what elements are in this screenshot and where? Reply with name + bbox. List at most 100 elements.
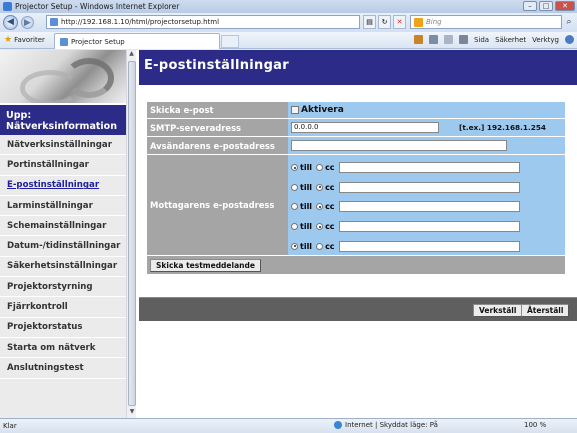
scroll-thumb[interactable] [128, 61, 136, 406]
compatibility-icon[interactable]: ▤ [363, 15, 376, 29]
sidebar-item[interactable]: Anslutningstest [0, 358, 126, 379]
favorites-button[interactable]: ★ Favoriter [4, 35, 45, 45]
star-icon: ★ [4, 35, 13, 45]
cc-radio[interactable] [316, 183, 324, 191]
recipient-row: till cc [291, 236, 565, 256]
sidebar-item[interactable]: Säkerhetsinställningar [0, 257, 126, 278]
recipient-row: till cc [291, 158, 565, 178]
address-toolbar: ◀ ▶ http://192.168.1.10/html/projectorse… [0, 13, 577, 32]
maximize-button[interactable]: □ [539, 1, 553, 11]
tools-menu[interactable]: Verktyg [532, 36, 559, 44]
stop-icon[interactable]: ✕ [393, 15, 406, 29]
home-icon[interactable] [413, 35, 423, 44]
sender-email-input[interactable] [291, 140, 507, 151]
recipient-email-input[interactable] [338, 162, 520, 174]
address-url: http://192.168.1.10/html/projectorsetup.… [61, 18, 220, 26]
smtp-label: SMTP-serveradress [147, 119, 288, 136]
new-tab-button[interactable] [221, 35, 239, 48]
bing-icon [414, 17, 423, 27]
send-email-label: Skicka e-post [147, 102, 288, 118]
sidebar-menu: Nätverksinställningar Portinställningar E-… [0, 135, 126, 379]
address-field[interactable]: http://192.168.1.10/html/projectorsetup.… [46, 15, 360, 29]
tab-label: Projector Setup [71, 37, 125, 46]
cc-radio[interactable] [316, 242, 324, 250]
to-radio[interactable] [291, 223, 298, 231]
apply-button[interactable]: Verkställ [473, 304, 523, 317]
command-bar: Sida Säkerhet Verktyg [413, 35, 577, 44]
sidebar-item[interactable]: Portinställningar [0, 155, 126, 176]
sidebar-item[interactable]: Projektorstatus [0, 318, 126, 338]
sidebar-item[interactable]: Projektorstyrning [0, 277, 126, 298]
sidebar: Upp: Nätverksinformation Nätverksinställ… [0, 50, 126, 418]
refresh-icon[interactable]: ↻ [378, 15, 391, 29]
to-radio[interactable] [291, 203, 298, 211]
page-menu[interactable]: Sida [474, 36, 489, 44]
window-controls: – □ ✕ [523, 1, 575, 11]
logo-image [0, 50, 126, 103]
recipient-row: till cc [291, 197, 565, 217]
action-footer: Verkställ Återställ [139, 297, 577, 321]
forward-button[interactable]: ▶ [21, 16, 34, 29]
print-icon[interactable] [458, 35, 468, 44]
scroll-up-icon[interactable]: ▲ [127, 50, 136, 60]
settings-table: Skicka e-post Aktivera SMTP-serveradress… [147, 102, 565, 274]
window-titlebar: Projector Setup - Windows Internet Explo… [0, 0, 577, 13]
scroll-down-icon[interactable]: ▼ [127, 408, 137, 418]
enable-checkbox[interactable] [291, 106, 299, 114]
page-icon [50, 18, 58, 26]
sidebar-scrollbar[interactable]: ▲ ▼ [126, 50, 136, 418]
minimize-button[interactable]: – [523, 1, 537, 11]
page-icon [60, 37, 68, 46]
sidebar-item[interactable]: E-postinställningar [0, 176, 126, 196]
window-title: Projector Setup - Windows Internet Explo… [15, 2, 180, 11]
smtp-server-input[interactable]: 0.0.0.0 [291, 122, 439, 133]
search-field[interactable]: Bing [410, 15, 562, 29]
recipient-email-input[interactable] [338, 181, 520, 193]
sidebar-item[interactable]: Starta om nätverk [0, 338, 126, 359]
cc-label: cc [325, 222, 335, 232]
help-icon[interactable] [565, 35, 574, 44]
to-radio[interactable] [291, 242, 298, 250]
sidebar-item[interactable]: Larminställningar [0, 196, 126, 217]
close-window-button[interactable]: ✕ [555, 1, 575, 11]
recipient-email-input[interactable] [338, 221, 520, 233]
zoom-level[interactable]: 100 % [524, 421, 546, 429]
search-placeholder: Bing [426, 18, 442, 26]
page-content: Upp: Nätverksinformation Nätverksinställ… [0, 50, 577, 418]
favorites-bar: ★ Favoriter Projector Setup Sida Säkerhe… [0, 32, 577, 49]
main-panel: E-postinställningar Skicka e-post Aktive… [139, 50, 577, 418]
cc-label: cc [325, 241, 335, 251]
cc-label: cc [325, 182, 335, 192]
recipient-email-input[interactable] [338, 240, 520, 252]
status-text: Klar [3, 422, 17, 430]
ie-icon [3, 2, 12, 11]
sidebar-item[interactable]: Fjärrkontroll [0, 297, 126, 318]
back-button[interactable]: ◀ [3, 15, 18, 30]
status-bar: Klar Internet | Skyddat läge: På 100 % [0, 418, 577, 433]
recipient-email-input[interactable] [338, 201, 520, 213]
sidebar-header-link[interactable]: Upp: Nätverksinformation [0, 103, 126, 135]
sidebar-item[interactable]: Datum-/tidinställningar [0, 236, 126, 257]
recipient-row: till cc [291, 178, 565, 198]
send-test-button[interactable]: Skicka testmeddelande [150, 258, 261, 272]
tab-projector-setup[interactable]: Projector Setup [54, 33, 220, 49]
cc-radio[interactable] [316, 164, 324, 172]
to-label: till [300, 222, 313, 232]
sender-label: Avsändarens e-postadress [147, 137, 288, 154]
feeds-icon[interactable] [428, 35, 438, 44]
cc-label: cc [325, 202, 335, 212]
mail-icon[interactable] [443, 35, 453, 44]
cc-radio[interactable] [316, 223, 324, 231]
security-menu[interactable]: Säkerhet [495, 36, 526, 44]
sidebar-item[interactable]: Nätverksinställningar [0, 135, 126, 156]
to-radio[interactable] [291, 164, 298, 172]
to-label: till [300, 241, 313, 251]
cc-radio[interactable] [316, 203, 324, 211]
favorites-label: Favoriter [14, 36, 45, 44]
enable-label: Aktivera [301, 105, 344, 115]
to-radio[interactable] [291, 183, 298, 191]
reset-button[interactable]: Återställ [521, 304, 570, 317]
search-icon[interactable]: ⌕ [563, 16, 575, 28]
security-zone[interactable]: Internet | Skyddat läge: På [334, 421, 438, 429]
sidebar-item[interactable]: Schemainställningar [0, 216, 126, 237]
